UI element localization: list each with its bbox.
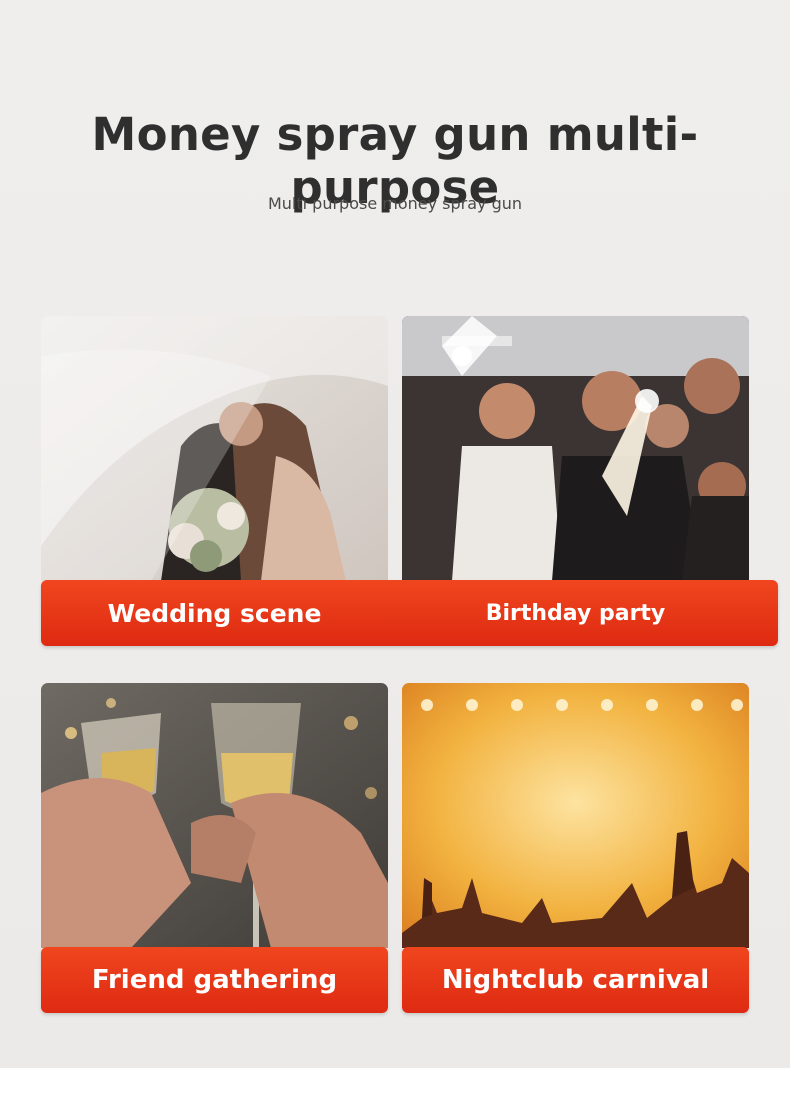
concert-crowd-photo	[402, 683, 749, 948]
birthday-sparklers-photo	[402, 316, 749, 581]
wedding-couple-photo	[41, 316, 388, 581]
friend-gathering-label: Friend gathering	[91, 965, 338, 995]
birthday-party-label: Birthday party	[485, 600, 666, 626]
nightclub-carnival-banner: Nightclub carnival	[402, 947, 749, 1013]
top-label-banner: Wedding scene Birthday party	[41, 580, 778, 646]
nightclub-carnival-label: Nightclub carnival	[441, 965, 710, 995]
page-subtitle: Multi purpose money spray gun	[267, 194, 523, 213]
champagne-toast-photo	[41, 683, 388, 948]
friend-gathering-banner: Friend gathering	[41, 947, 388, 1013]
wedding-scene-label: Wedding scene	[107, 598, 322, 628]
page: Money spray gun multi-purpose Multi purp…	[0, 0, 790, 1068]
